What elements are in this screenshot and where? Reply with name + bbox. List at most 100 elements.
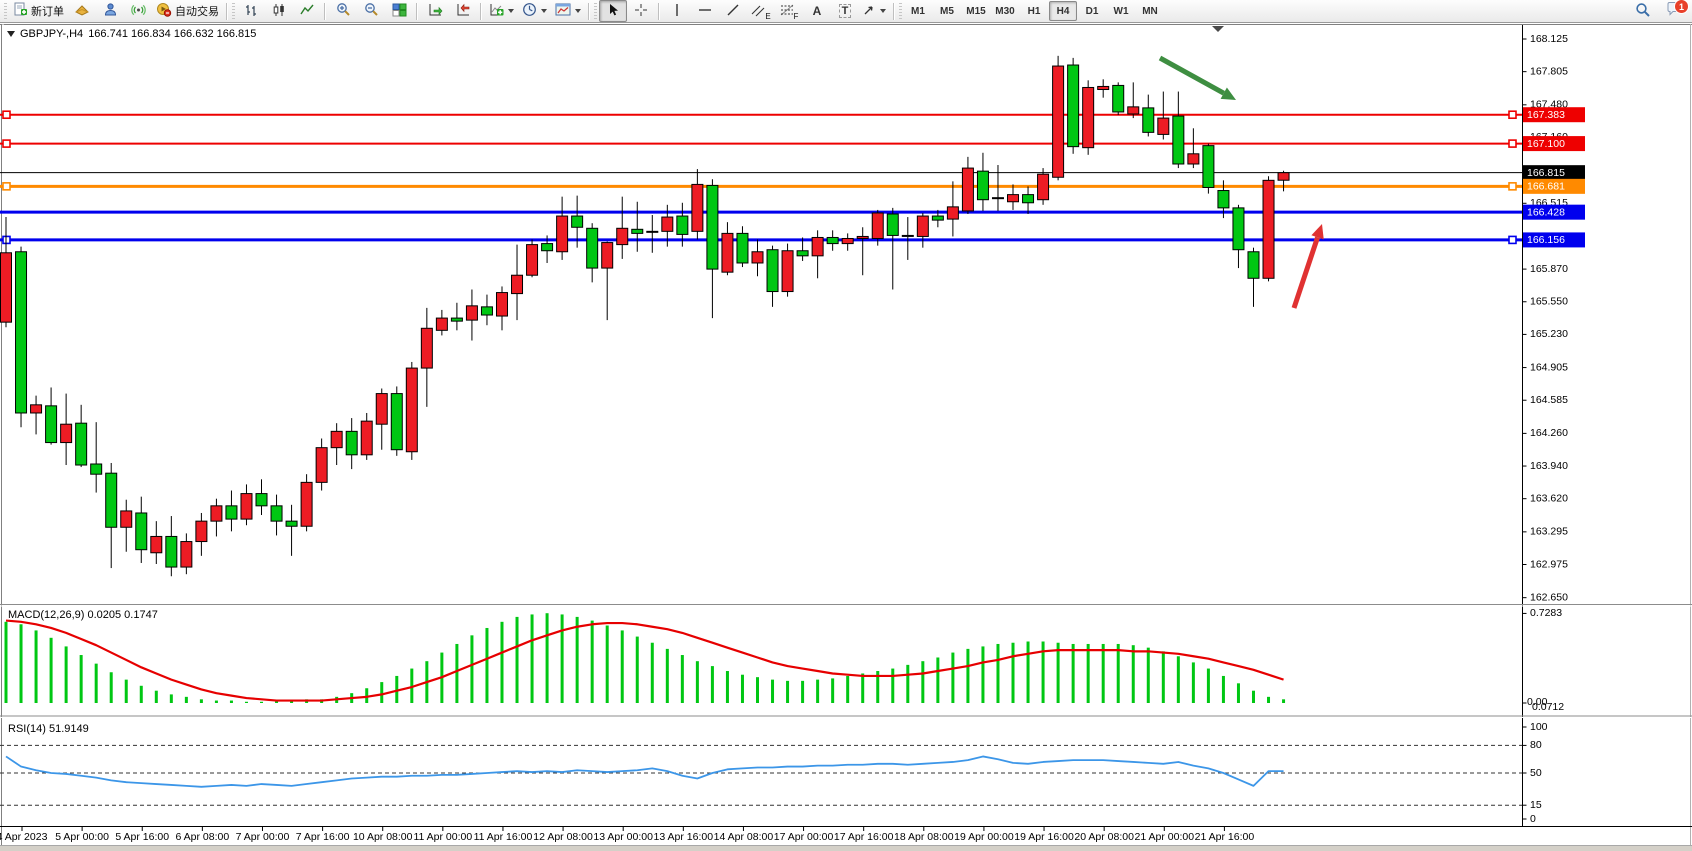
time-tick-label: 17 Apr 16:00	[834, 831, 894, 843]
zoom-in-button[interactable]	[329, 0, 357, 22]
indicators-caret-icon	[508, 9, 514, 13]
price-tag-label: 166.815	[1527, 167, 1565, 179]
candle-body	[1203, 146, 1214, 188]
macd-histogram-bar	[1177, 656, 1180, 703]
candle-body	[1173, 116, 1184, 164]
one-click-trading-toggle-icon[interactable]	[7, 31, 15, 37]
tile-windows-button[interactable]	[385, 0, 413, 22]
candle-body	[902, 235, 913, 236]
timeframe-button-H4[interactable]: H4	[1049, 1, 1077, 21]
signals-button[interactable]	[124, 0, 152, 22]
rsi-tick-label: 0	[1530, 813, 1536, 825]
candle-body	[1023, 195, 1034, 203]
price-tag-label: 166.156	[1527, 234, 1565, 246]
candle-body	[436, 318, 447, 330]
timeframe-toolbar: M1M5M15M30H1H4D1W1MN	[904, 1, 1164, 21]
timeframe-button-M1[interactable]: M1	[904, 1, 932, 21]
macd-histogram-bar	[470, 635, 473, 703]
macd-histogram-bar	[606, 626, 609, 703]
time-tick-label: 5 Apr 16:00	[115, 831, 169, 843]
horizontal-line-icon	[698, 4, 712, 19]
candlestick-chart-button[interactable]	[265, 0, 293, 22]
candle-body	[166, 536, 177, 567]
level-handle[interactable]	[3, 183, 10, 190]
rsi-tick-label: 50	[1530, 767, 1542, 779]
price-tick-label: 163.295	[1530, 526, 1568, 538]
time-tick-label: 11 Apr 16:00	[474, 831, 533, 843]
toolbar-separator	[588, 3, 590, 20]
indicators-button[interactable]	[485, 0, 518, 22]
price-tag-label: 167.383	[1527, 109, 1565, 121]
fibonacci-icon	[780, 3, 795, 20]
chart-shift-button[interactable]	[449, 0, 477, 22]
text-tool-button[interactable]: A	[803, 0, 831, 22]
level-handle[interactable]	[3, 140, 10, 147]
macd-histogram-bar	[531, 614, 534, 703]
mt4-trading-platform: { "toolbar": { "new_order_label": "新订单",…	[0, 0, 1692, 850]
candle-body	[76, 423, 87, 465]
macd-histogram-bar	[801, 681, 804, 703]
macd-histogram-bar	[966, 649, 969, 703]
arrows-tool-button[interactable]	[859, 0, 890, 22]
macd-histogram-bar	[546, 613, 549, 703]
timeframe-button-M15[interactable]: M15	[962, 1, 990, 21]
candle-body	[31, 405, 42, 413]
time-tick-label: 7 Apr 16:00	[296, 831, 350, 843]
chat-button[interactable]: 1	[1663, 1, 1685, 21]
candle-body	[331, 431, 342, 447]
macd-histogram-bar	[771, 680, 774, 703]
macd-histogram-bar	[50, 638, 53, 703]
level-handle[interactable]	[1509, 236, 1516, 243]
timeframe-button-W1[interactable]: W1	[1107, 1, 1135, 21]
macd-histogram-bar	[155, 691, 158, 703]
new-order-button[interactable]: 新订单	[9, 0, 68, 22]
add-indicator-icon	[489, 3, 504, 20]
timeframe-button-M5[interactable]: M5	[933, 1, 961, 21]
timeframe-button-MN[interactable]: MN	[1136, 1, 1164, 21]
bar-chart-button[interactable]	[237, 0, 265, 22]
candle-body	[496, 293, 507, 316]
level-handle[interactable]	[1509, 111, 1516, 118]
cursor-tool-button[interactable]	[599, 0, 627, 22]
horizontal-line-tool-button[interactable]	[691, 0, 719, 22]
macd-histogram-bar	[996, 644, 999, 703]
chart-shift-icon	[456, 3, 471, 20]
candle-body	[451, 318, 462, 321]
candle-body	[271, 506, 282, 521]
channel-tool-button[interactable]: E	[747, 0, 775, 22]
templates-button[interactable]	[551, 0, 585, 22]
zoom-out-button[interactable]	[357, 0, 385, 22]
text-tool-icon: A	[813, 4, 822, 18]
auto-scroll-button[interactable]	[421, 0, 449, 22]
candle-body	[481, 307, 492, 315]
timeframe-button-D1[interactable]: D1	[1078, 1, 1106, 21]
search-button[interactable]	[1629, 0, 1657, 22]
toolbar-right-group: 1	[1629, 0, 1689, 22]
candle-body	[842, 238, 853, 243]
macd-histogram-bar	[1222, 676, 1225, 703]
autotrading-button[interactable]: 自动交易	[152, 0, 223, 22]
level-handle[interactable]	[3, 111, 10, 118]
rsi-tick-label: 15	[1530, 799, 1542, 811]
level-handle[interactable]	[1509, 140, 1516, 147]
line-chart-button[interactable]	[293, 0, 321, 22]
vertical-line-tool-button[interactable]	[663, 0, 691, 22]
candle-body	[767, 250, 778, 292]
fibo-sub-label: F	[794, 12, 799, 21]
trendline-tool-button[interactable]	[719, 0, 747, 22]
label-tool-button[interactable]: T	[831, 0, 859, 22]
macd-histogram-bar	[786, 681, 789, 703]
level-handle[interactable]	[1509, 183, 1516, 190]
periods-button[interactable]	[518, 0, 551, 22]
symbol-period-label: GBPJPY-,H4	[20, 28, 83, 40]
candle-body	[226, 506, 237, 519]
macd-histogram-bar	[1267, 697, 1270, 703]
macd-histogram-bar	[1162, 651, 1165, 703]
crosshair-tool-button[interactable]	[627, 0, 655, 22]
market-watch-button[interactable]	[68, 0, 96, 22]
candle-body	[1188, 154, 1199, 164]
fibonacci-tool-button[interactable]: F	[775, 0, 803, 22]
community-button[interactable]	[96, 0, 124, 22]
timeframe-button-M30[interactable]: M30	[991, 1, 1019, 21]
timeframe-button-H1[interactable]: H1	[1020, 1, 1048, 21]
